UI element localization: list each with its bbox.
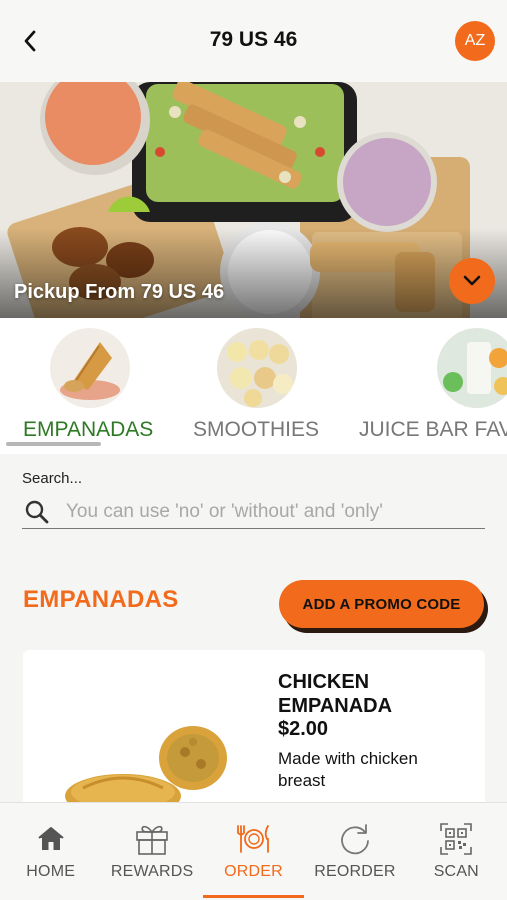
home-icon [38,827,64,850]
category-label-juice-bar-fav: JUICE BAR FAV [359,418,507,441]
bottom-navigation: HOME REWARDS ORDER REORDER SCAN [0,802,507,900]
search-icon [25,500,49,523]
nav-label-home: HOME [26,863,76,880]
avatar[interactable]: AZ [455,21,495,61]
category-label-smoothies: SMOOTHIES [193,418,320,441]
nav-home[interactable]: HOME [0,803,101,900]
expand-location-button[interactable] [449,258,495,304]
hero-banner: Pickup From 79 US 46 [0,82,507,318]
reorder-icon [341,824,369,855]
category-label-empanadas: EMPANADAS [23,418,154,441]
category-scroll-indicator [6,442,101,446]
hero-shade [0,228,507,318]
category-tabs: EMPANADAS SMOOTHIES JUICE BAR FAV [0,318,507,454]
page-title: 79 US 46 [209,28,298,51]
nav-scan[interactable]: SCAN [406,803,507,900]
nav-order[interactable]: ORDER [202,803,305,900]
add-promo-code-button[interactable]: ADD A PROMO CODE [279,580,484,628]
search-block: Search... [22,470,485,529]
category-tab-juice-bar-fav[interactable]: JUICE BAR FAV [345,318,507,454]
section-title: EMPANADAS [23,586,179,613]
product-card[interactable]: CHICKEN EMPANADA $2.00 Made with chicken… [23,650,485,820]
search-input[interactable] [66,500,466,523]
nav-rewards[interactable]: REWARDS [101,803,202,900]
qr-code-icon [440,823,473,855]
category-image-empanadas [50,328,130,408]
nav-active-indicator [202,895,305,898]
search-field [22,495,485,529]
gift-icon [136,825,168,855]
nav-label-rewards: REWARDS [110,863,194,880]
category-tab-empanadas[interactable]: EMPANADAS [0,318,170,454]
product-price: $2.00 [278,718,329,740]
nav-label-reorder: REORDER [314,863,396,880]
category-image-smoothies [217,328,297,408]
product-description: Made with chicken breast [278,749,418,790]
pickup-location-text: Pickup From 79 US 46 [14,281,225,303]
category-tab-smoothies[interactable]: SMOOTHIES [170,318,345,454]
utensils-icon [236,825,269,853]
chevron-down-icon [463,275,481,286]
app-header: 79 US 46 AZ [0,0,507,82]
nav-label-scan: SCAN [433,863,479,880]
search-caption: Search... [22,470,83,487]
category-image-juice-bar [437,328,507,408]
product-name: CHICKEN EMPANADA [278,671,393,717]
nav-reorder[interactable]: REORDER [304,803,405,900]
nav-label-order: ORDER [224,863,283,880]
